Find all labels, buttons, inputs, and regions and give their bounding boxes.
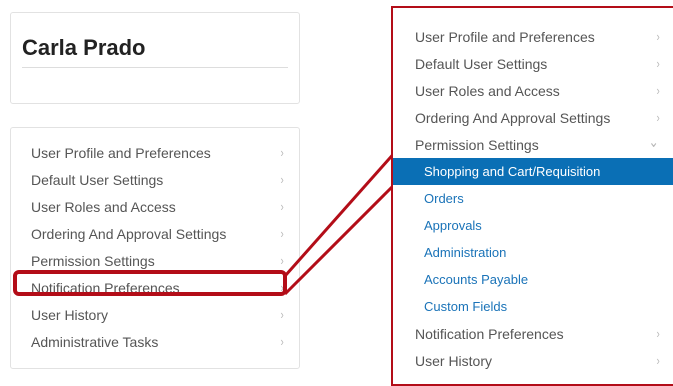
- submenu-item-label: Custom Fields: [424, 299, 508, 314]
- submenu-item-label: Shopping and Cart/Requisition: [424, 164, 601, 179]
- chevron-right-icon: ›: [280, 253, 284, 268]
- connector-line-bottom: [283, 180, 399, 296]
- chevron-right-icon: ›: [656, 29, 660, 44]
- chevron-right-icon: ›: [280, 307, 284, 322]
- submenu-item-approvals[interactable]: Approvals: [393, 212, 673, 239]
- submenu-item-label: Orders: [424, 191, 464, 206]
- menu-item-label: Ordering And Approval Settings: [415, 110, 611, 126]
- menu-item-administrative-tasks[interactable]: Administrative Tasks ›: [11, 329, 299, 356]
- menu-item-label: Administrative Tasks: [31, 334, 159, 350]
- chevron-right-icon: ›: [280, 226, 284, 241]
- chevron-down-icon: ⌄: [648, 134, 659, 151]
- chevron-right-icon: ›: [656, 56, 660, 71]
- submenu-item-label: Accounts Payable: [424, 272, 529, 287]
- chevron-right-icon: ›: [656, 83, 660, 98]
- chevron-right-icon: ›: [656, 110, 660, 125]
- annotation-highlight-box: [13, 270, 287, 296]
- menu-item-default-user-settings[interactable]: Default User Settings ›: [393, 51, 673, 78]
- menu-item-user-roles[interactable]: User Roles and Access ›: [11, 194, 299, 221]
- chevron-right-icon: ›: [280, 334, 284, 349]
- menu-item-user-history[interactable]: User History ›: [11, 302, 299, 329]
- menu-item-label: User Roles and Access: [415, 83, 560, 99]
- submenu-item-administration[interactable]: Administration: [393, 239, 673, 266]
- menu-item-label: Default User Settings: [415, 56, 548, 72]
- menu-item-permission-settings[interactable]: Permission Settings ⌄: [393, 132, 673, 159]
- menu-item-label: User Roles and Access: [31, 199, 176, 215]
- menu-item-label: Permission Settings: [415, 137, 539, 153]
- submenu-item-custom-fields[interactable]: Custom Fields: [393, 293, 673, 320]
- menu-item-default-user-settings[interactable]: Default User Settings ›: [11, 167, 299, 194]
- menu-item-user-history[interactable]: User History ›: [393, 348, 673, 375]
- profile-divider: [22, 67, 288, 68]
- menu-item-label: User History: [31, 307, 109, 323]
- profile-card: Carla Prado: [10, 12, 300, 104]
- chevron-right-icon: ›: [656, 326, 660, 341]
- menu-item-label: Default User Settings: [31, 172, 164, 188]
- menu-item-label: User Profile and Preferences: [415, 29, 595, 45]
- menu-item-user-roles[interactable]: User Roles and Access ›: [393, 78, 673, 105]
- chevron-right-icon: ›: [656, 353, 660, 368]
- user-name: Carla Prado: [22, 35, 146, 60]
- menu-item-label: Notification Preferences: [415, 326, 564, 342]
- connector-line-top: [283, 149, 399, 277]
- submenu-item-orders[interactable]: Orders: [393, 185, 673, 212]
- chevron-right-icon: ›: [280, 145, 284, 160]
- submenu-item-shopping-cart-requisition[interactable]: Shopping and Cart/Requisition: [393, 158, 673, 185]
- menu-item-label: Permission Settings: [31, 253, 155, 269]
- menu-item-ordering-approval[interactable]: Ordering And Approval Settings ›: [393, 105, 673, 132]
- menu-item-label: User Profile and Preferences: [31, 145, 211, 161]
- menu-item-user-profile[interactable]: User Profile and Preferences ›: [11, 140, 299, 167]
- menu-item-user-profile[interactable]: User Profile and Preferences ›: [393, 24, 673, 51]
- user-settings-menu: User Profile and Preferences › Default U…: [10, 127, 300, 369]
- menu-item-label: User History: [415, 353, 493, 369]
- submenu-item-label: Administration: [424, 245, 507, 260]
- menu-item-ordering-approval[interactable]: Ordering And Approval Settings ›: [11, 221, 299, 248]
- submenu-item-accounts-payable[interactable]: Accounts Payable: [393, 266, 673, 293]
- chevron-right-icon: ›: [280, 199, 284, 214]
- expanded-menu-callout: User Profile and Preferences › Default U…: [391, 6, 673, 386]
- chevron-right-icon: ›: [280, 172, 284, 187]
- submenu-item-label: Approvals: [424, 218, 482, 233]
- menu-item-notification-preferences[interactable]: Notification Preferences ›: [393, 321, 673, 348]
- menu-item-label: Ordering And Approval Settings: [31, 226, 227, 242]
